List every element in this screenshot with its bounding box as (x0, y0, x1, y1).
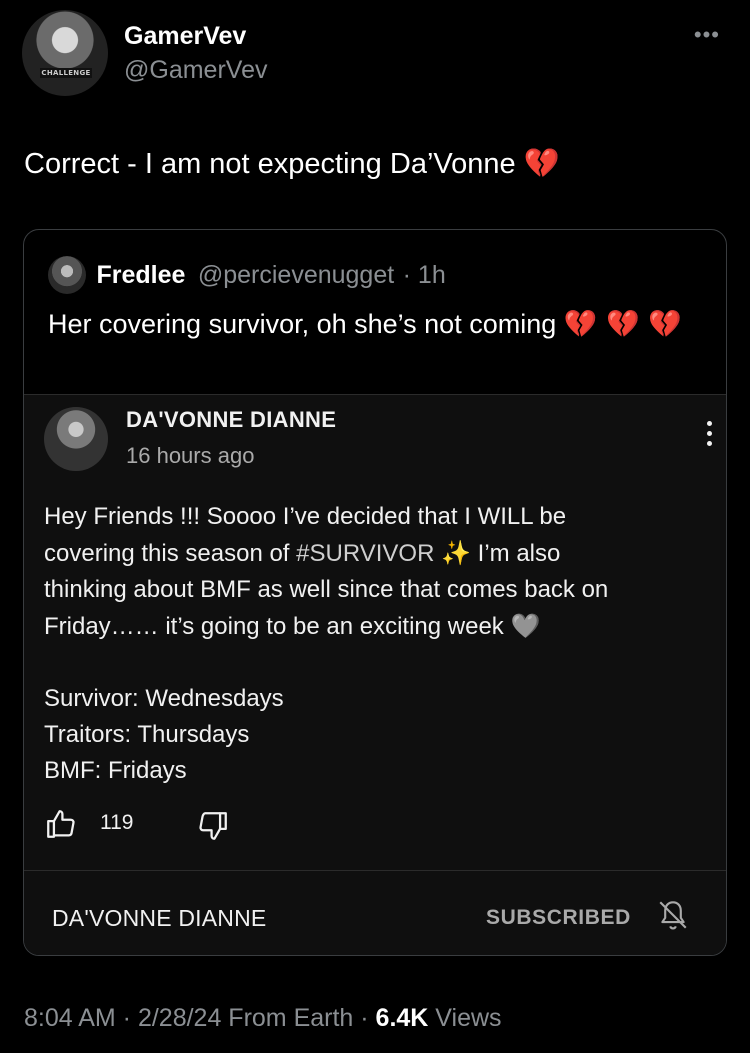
post-line: covering this season of #SURVIVOR ✨ I’m … (44, 535, 714, 572)
subscribed-button[interactable]: SUBSCRIBED (486, 906, 631, 930)
divider (24, 870, 726, 871)
quote-text: Her covering survivor, oh she’s not comi… (48, 306, 698, 343)
quote-author-name[interactable]: Fredlee (96, 261, 185, 290)
author-handle[interactable]: @GamerVev (124, 56, 267, 85)
schedule-line: Survivor: Wednesdays (44, 685, 284, 712)
tweet-header: CHALLENGE GamerVev @GamerVev ••• (22, 10, 732, 100)
grey-heart-emoji: 🩶 (510, 612, 541, 640)
footer-channel-name[interactable]: DA'VONNE DIANNE (52, 905, 266, 932)
quote-header: Fredlee @percievenugget · 1h (48, 256, 446, 294)
tweet-text: Correct - I am not expecting Da’Vonne 💔 (24, 146, 560, 181)
views-count: 6.4K (375, 1004, 429, 1032)
author-avatar[interactable]: CHALLENGE (22, 10, 108, 96)
post-line-text: Friday…… it’s going to be an exciting we… (44, 613, 504, 640)
broken-heart-emoji: 💔 (523, 146, 560, 180)
quote-time: · 1h (402, 260, 446, 289)
views-label: Views (428, 1004, 502, 1032)
hashtag-link[interactable]: #SURVIVOR (296, 540, 434, 567)
post-line-text: covering this season of (44, 540, 297, 567)
quote-text-body: Her covering survivor, oh she’s not comi… (48, 309, 557, 339)
thumbs-down-icon[interactable] (196, 809, 230, 843)
avatar-shirt-text: CHALLENGE (40, 68, 92, 78)
channel-name[interactable]: DA'VONNE DIANNE (126, 407, 336, 433)
post-line: Friday…… it’s going to be an exciting we… (44, 608, 714, 645)
broken-heart-emojis: 💔 💔 💔 (563, 309, 682, 340)
kebab-menu-icon[interactable] (704, 421, 714, 451)
schedule-line: BMF: Fridays (44, 757, 187, 784)
tweet-text-body: Correct - I am not expecting Da’Vonne (24, 148, 516, 180)
more-horizontal-icon[interactable]: ••• (694, 24, 720, 46)
post-line: Hey Friends !!! Soooo I’ve decided that … (44, 503, 567, 530)
tweet-meta: 8:04 AM · 2/28/24 From Earth · 6.4K View… (24, 1004, 502, 1033)
thumbs-up-icon[interactable] (44, 807, 78, 841)
quote-author-handle[interactable]: @percievenugget (198, 261, 394, 290)
like-count: 119 (100, 811, 134, 834)
quote-author-avatar[interactable] (48, 256, 86, 294)
post-line: thinking about BMF as well since that co… (44, 576, 609, 603)
post-line-text: I’m also (470, 540, 561, 567)
youtube-community-post: DA'VONNE DIANNE 16 hours ago Hey Friends… (24, 394, 726, 955)
sparkles-emoji: ✨ (441, 539, 471, 567)
post-body: Hey Friends !!! Soooo I’ve decided that … (44, 499, 714, 789)
timestamp[interactable]: 8:04 AM · 2/28/24 From Earth · (24, 1004, 376, 1032)
bell-off-icon[interactable] (656, 897, 690, 933)
author-name[interactable]: GamerVev (124, 22, 246, 51)
post-actions: 119 (44, 805, 344, 845)
channel-avatar[interactable] (44, 407, 108, 471)
schedule-line: Traitors: Thursdays (44, 721, 250, 748)
post-time: 16 hours ago (126, 443, 255, 468)
quoted-tweet[interactable]: Fredlee @percievenugget · 1h Her coverin… (23, 229, 727, 956)
